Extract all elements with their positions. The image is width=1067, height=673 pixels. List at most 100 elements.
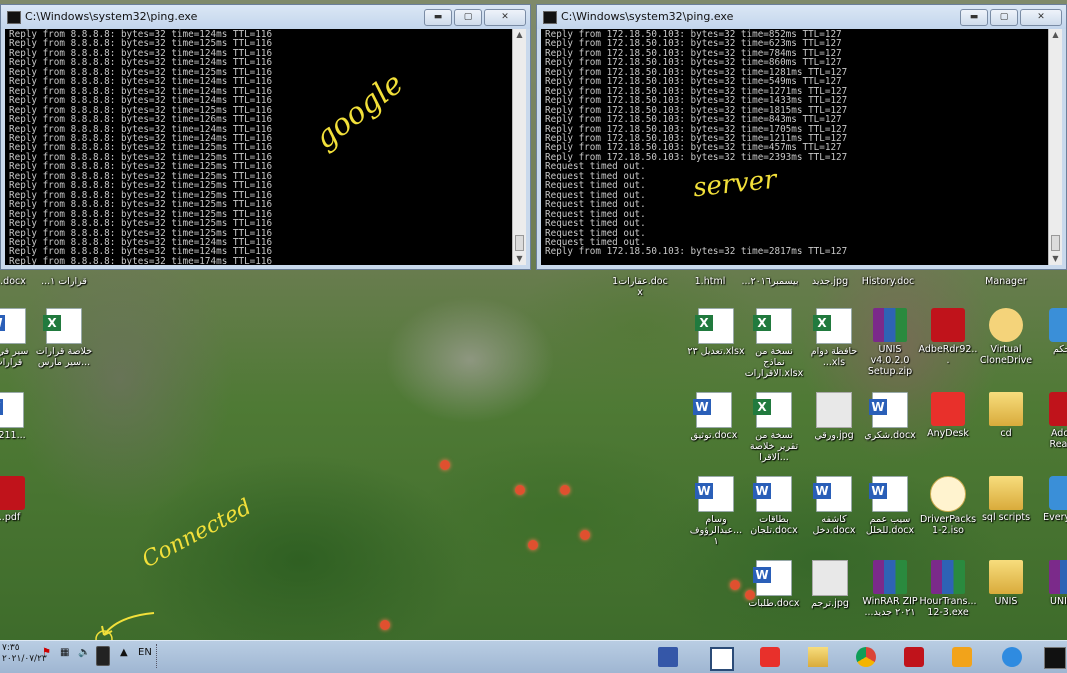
taskbar-app-anydesk[interactable] [750,643,790,671]
desktop-icon[interactable]: DriverPacks 1-2.iso [918,476,978,536]
desktop-icon-label: وسام ...عبدالرؤوف ١ [689,514,743,547]
console-output[interactable]: Reply from 172.18.50.103: bytes=32 time=… [541,29,1048,265]
desktop-icon[interactable]: UNIS... [1036,560,1067,607]
desktop-icon-label: بطاقات تلجان.docx [750,514,798,536]
taskbar-app-chrome[interactable] [846,643,886,671]
desktop-icon[interactable]: X خلاصة قرارات ...سير مارس [34,308,94,368]
clock[interactable]: ٧:٣٥ ٢٠٢١/٠٧/٢٣ [2,643,47,665]
folder-file-icon [989,476,1023,510]
minimize-button[interactable]: ▬ [424,9,452,26]
desktop-icon-label: sql scripts [981,512,1031,523]
scroll-up-icon[interactable]: ▲ [1049,29,1062,41]
taskbar-app-window-manager[interactable] [700,643,740,671]
desktop-icon[interactable]: جديد.jpg [800,274,860,287]
desktop-icon-label: توثيق.docx [690,430,738,441]
taskbar-app-explorer[interactable] [798,643,838,671]
vertical-scrollbar[interactable]: ▲ ▼ [1048,29,1062,265]
scroll-up-icon[interactable]: ▲ [513,29,526,41]
desktop-icon[interactable]: 1.html [680,274,740,287]
desktop-icon[interactable]: ورقي.jpg [804,392,864,441]
console-output[interactable]: Reply from 8.8.8.8: bytes=32 time=124ms … [5,29,512,265]
desktop-icon[interactable]: ...قرارات ١ [34,274,94,287]
window-titlebar[interactable]: C:\Windows\system32\ping.exe ▬ ▢ ✕ [1,5,530,29]
wallpaper-flower [730,580,740,590]
wallpaper-flower [440,460,450,470]
desktop-icon-label: عقارات1.docx [612,276,668,298]
desktop-icon[interactable]: AnyDesk [918,392,978,439]
desktop-icon[interactable]: W...سير في قرارات [0,308,38,368]
word-file-icon: W [869,476,908,512]
desktop-icon[interactable]: W سيب عمم للخلل.docx [860,476,920,536]
maximize-button[interactable]: ▢ [454,9,482,26]
ping-window-google[interactable]: C:\Windows\system32\ping.exe ▬ ▢ ✕ Reply… [0,4,531,270]
desktop-icon-label: ...pdf [0,512,21,523]
scrollbar-thumb[interactable] [1051,235,1060,251]
action-center-icon[interactable]: ⚑ [42,647,51,658]
desktop-icon[interactable]: Adobe Read... [1036,392,1067,450]
desktop-icon[interactable]: W 20211... [0,392,36,441]
taskbar-app-console[interactable] [1040,643,1067,671]
desktop-icon[interactable]: cd [976,392,1036,439]
desktop-icon-label: ...بيسمبر٢٠١٦ [741,276,799,287]
desktop-icon[interactable]: ...pdf [0,476,38,523]
taskbar-grip[interactable] [156,644,165,668]
desktop-icon-label: ورقي.jpg [814,430,854,441]
usb-modem-icon[interactable] [96,646,110,666]
taskbar-app-pdf-reader[interactable] [894,643,934,671]
maximize-button[interactable]: ▢ [990,9,1018,26]
close-button[interactable]: ✕ [1020,9,1062,26]
desktop-icon[interactable]: ...بيسمبر٢٠١٦ [740,274,800,287]
scroll-down-icon[interactable]: ▼ [513,253,526,265]
desktop-icon[interactable]: X تعديل ٢٣.xlsx [686,308,746,357]
close-button[interactable]: ✕ [484,9,526,26]
show-hidden-icons-icon[interactable]: ▲ [120,647,128,658]
rar-file-icon [931,560,965,594]
desktop-icon-label: حافظة دوام ...xls [810,346,858,368]
desktop-icon[interactable]: UNIS [976,560,1036,607]
desktop-icon[interactable]: WinRAR ZIP ...٢٠٢١ جديد [860,560,920,618]
ping-window-server[interactable]: C:\Windows\system32\ping.exe ▬ ▢ ✕ Reply… [536,4,1067,270]
taskbar-app-network-monitor[interactable] [648,643,688,671]
desktop-icon[interactable]: ترجم.jpg [800,560,860,609]
word-file-icon: W [0,392,24,428]
clock-date: ٢٠٢١/٠٧/٢٣ [2,654,47,664]
scroll-down-icon[interactable]: ▼ [1049,253,1062,265]
pdf-file-icon [931,308,965,342]
excel-file-icon: X [43,308,82,344]
desktop-icon-label: ...قرارات ١ [41,276,87,287]
minimize-button[interactable]: ▬ [960,9,988,26]
vertical-scrollbar[interactable]: ▲ ▼ [512,29,526,265]
desktop-icon-label: 1.html [694,276,726,287]
desktop-icon[interactable]: X حافظة دوام ...xls [804,308,864,368]
desktop-icon[interactable]: W بطاقات تلجان.docx [744,476,804,536]
desktop-icon[interactable]: W طلبات.docx [744,560,804,609]
desktop-icon[interactable]: History.doc [858,274,918,287]
desktop-icon[interactable]: Manager [976,274,1036,287]
desktop-icon[interactable]: Everyth... [1036,476,1067,523]
window-title: C:\Windows\system32\ping.exe [561,10,734,23]
wallpaper-flower [515,485,525,495]
language-indicator[interactable]: EN [138,647,152,658]
desktop-icon[interactable]: Virtual CloneDrive [976,308,1036,366]
desktop-icon[interactable]: W كاشفه دخل.docx [804,476,864,536]
taskbar-app-internet-explorer[interactable] [992,643,1032,671]
window-titlebar[interactable]: C:\Windows\system32\ping.exe ▬ ▢ ✕ [537,5,1066,29]
desktop-icon[interactable]: W توثيق.docx [684,392,744,441]
desktop-icon[interactable]: AdbeRdr92... [918,308,978,366]
desktop-icon-label: UNIS... [1050,596,1067,607]
network-icon[interactable]: ▦ [60,647,69,658]
desktop-icon[interactable]: عقارات1.docx [610,274,670,298]
taskbar-app-media-player[interactable] [942,643,982,671]
desktop-icon[interactable]: W وسام ...عبدالرؤوف ١ [686,476,746,547]
desktop-icon[interactable]: HourTrans... 12-3.exe [918,560,978,618]
desktop-icon[interactable]: sql scripts [976,476,1036,523]
desktop-icon[interactable]: UNIS v4.0.2.0 Setup.zip [860,308,920,377]
pdf-file-icon [1049,392,1067,426]
desktop-icon[interactable]: X نسخة من نماذج الاقرارات.xlsx [744,308,804,379]
volume-icon[interactable]: 🔈 [78,647,90,658]
desktop-icon[interactable]: X نسخة من تقرير خلاصة الاقرا... [744,392,804,463]
desktop-icon[interactable]: التحكم [1036,308,1067,355]
desktop-icon-label: طلبات.docx [748,598,800,609]
desktop-icon[interactable]: W شكري.docx [860,392,920,441]
scrollbar-thumb[interactable] [515,235,524,251]
